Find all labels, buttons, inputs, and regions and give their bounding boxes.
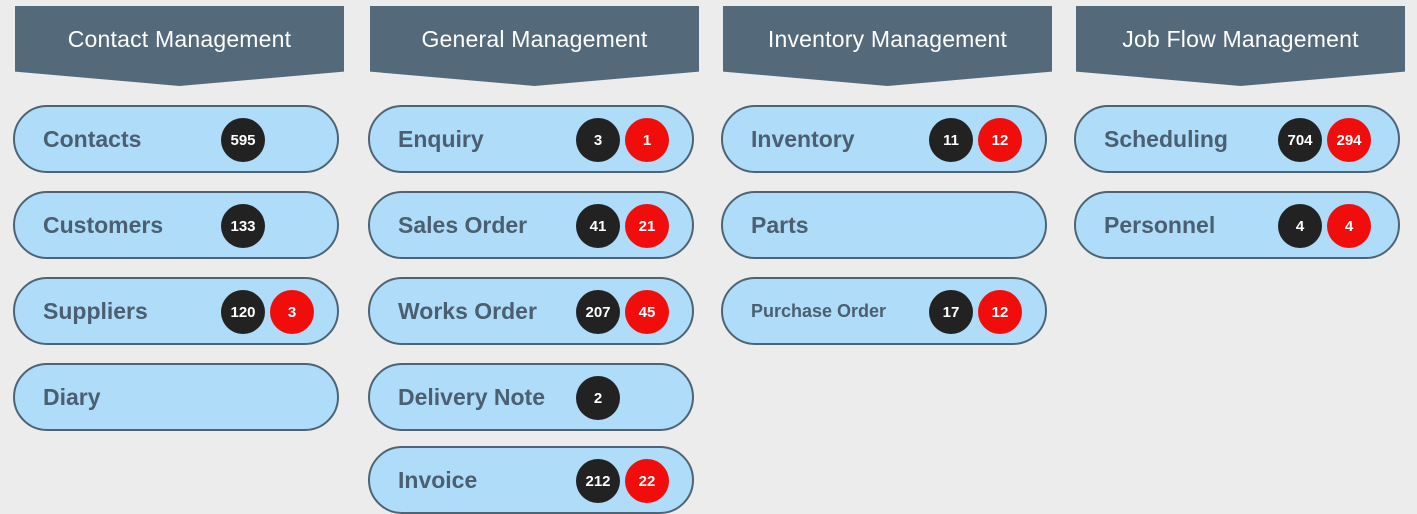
section-title: Contact Management <box>67 25 292 52</box>
count-badge: 11 <box>929 118 973 162</box>
section-header-inventory-management: Inventory Management <box>723 6 1052 86</box>
badge-group: 212 22 <box>576 459 674 503</box>
badge-group: 133 <box>221 204 270 248</box>
section-header-job-flow-management: Job Flow Management <box>1076 6 1405 86</box>
module-suppliers-button[interactable]: Suppliers 120 3 <box>13 277 339 345</box>
section-header-general-management: General Management <box>370 6 699 86</box>
module-customers-button[interactable]: Customers 133 <box>13 191 339 259</box>
module-label: Works Order <box>398 297 537 324</box>
module-contacts-button[interactable]: Contacts 595 <box>13 105 339 173</box>
badge-group: 120 3 <box>221 290 319 334</box>
module-label: Sales Order <box>398 211 528 238</box>
count-badge: 2 <box>576 376 620 420</box>
module-label: Enquiry <box>398 125 484 152</box>
count-badge: 704 <box>1278 118 1322 162</box>
badge-group: 207 45 <box>576 290 674 334</box>
count-badge: 207 <box>576 290 620 334</box>
badge-group: 11 12 <box>929 118 1027 162</box>
alert-badge: 45 <box>625 290 669 334</box>
module-label: Personnel <box>1104 211 1216 238</box>
section-title: Job Flow Management <box>1122 25 1359 52</box>
module-label: Scheduling <box>1104 125 1228 152</box>
badge-group: 2 <box>576 376 625 420</box>
module-label: Customers <box>43 211 164 238</box>
module-sales-order-button[interactable]: Sales Order 41 21 <box>368 191 694 259</box>
module-personnel-button[interactable]: Personnel 4 4 <box>1074 191 1400 259</box>
count-badge: 595 <box>221 118 265 162</box>
alert-badge: 3 <box>270 290 314 334</box>
module-invoice-button[interactable]: Invoice 212 22 <box>368 446 694 514</box>
module-purchase-order-button[interactable]: Purchase Order 17 12 <box>721 277 1047 345</box>
count-badge: 133 <box>221 204 265 248</box>
alert-badge: 12 <box>978 290 1022 334</box>
alert-badge: 1 <box>625 118 669 162</box>
badge-group: 704 294 <box>1278 118 1376 162</box>
alert-badge: 294 <box>1327 118 1371 162</box>
module-works-order-button[interactable]: Works Order 207 45 <box>368 277 694 345</box>
module-label: Purchase Order <box>751 300 887 321</box>
module-enquiry-button[interactable]: Enquiry 3 1 <box>368 105 694 173</box>
badge-group: 41 21 <box>576 204 674 248</box>
section-header-contact-management: Contact Management <box>15 6 344 86</box>
module-diary-button[interactable]: Diary <box>13 363 339 431</box>
module-label: Suppliers <box>43 297 148 324</box>
count-badge: 120 <box>221 290 265 334</box>
badge-group: 4 4 <box>1278 204 1376 248</box>
module-delivery-note-button[interactable]: Delivery Note 2 <box>368 363 694 431</box>
module-label: Parts <box>751 211 809 238</box>
badge-group: 595 <box>221 118 270 162</box>
alert-badge: 12 <box>978 118 1022 162</box>
count-badge: 17 <box>929 290 973 334</box>
module-label: Invoice <box>398 466 478 493</box>
module-scheduling-button[interactable]: Scheduling 704 294 <box>1074 105 1400 173</box>
count-badge: 4 <box>1278 204 1322 248</box>
module-label: Contacts <box>43 125 142 152</box>
count-badge: 41 <box>576 204 620 248</box>
module-label: Delivery Note <box>398 383 546 410</box>
alert-badge: 22 <box>625 459 669 503</box>
section-title: General Management <box>421 25 648 52</box>
module-inventory-button[interactable]: Inventory 11 12 <box>721 105 1047 173</box>
section-title: Inventory Management <box>767 25 1008 52</box>
module-label: Inventory <box>751 125 855 152</box>
count-badge: 3 <box>576 118 620 162</box>
badge-group: 3 1 <box>576 118 674 162</box>
badge-group: 17 12 <box>929 290 1027 334</box>
alert-badge: 4 <box>1327 204 1371 248</box>
alert-badge: 21 <box>625 204 669 248</box>
module-label: Diary <box>43 383 101 410</box>
count-badge: 212 <box>576 459 620 503</box>
module-parts-button[interactable]: Parts <box>721 191 1047 259</box>
